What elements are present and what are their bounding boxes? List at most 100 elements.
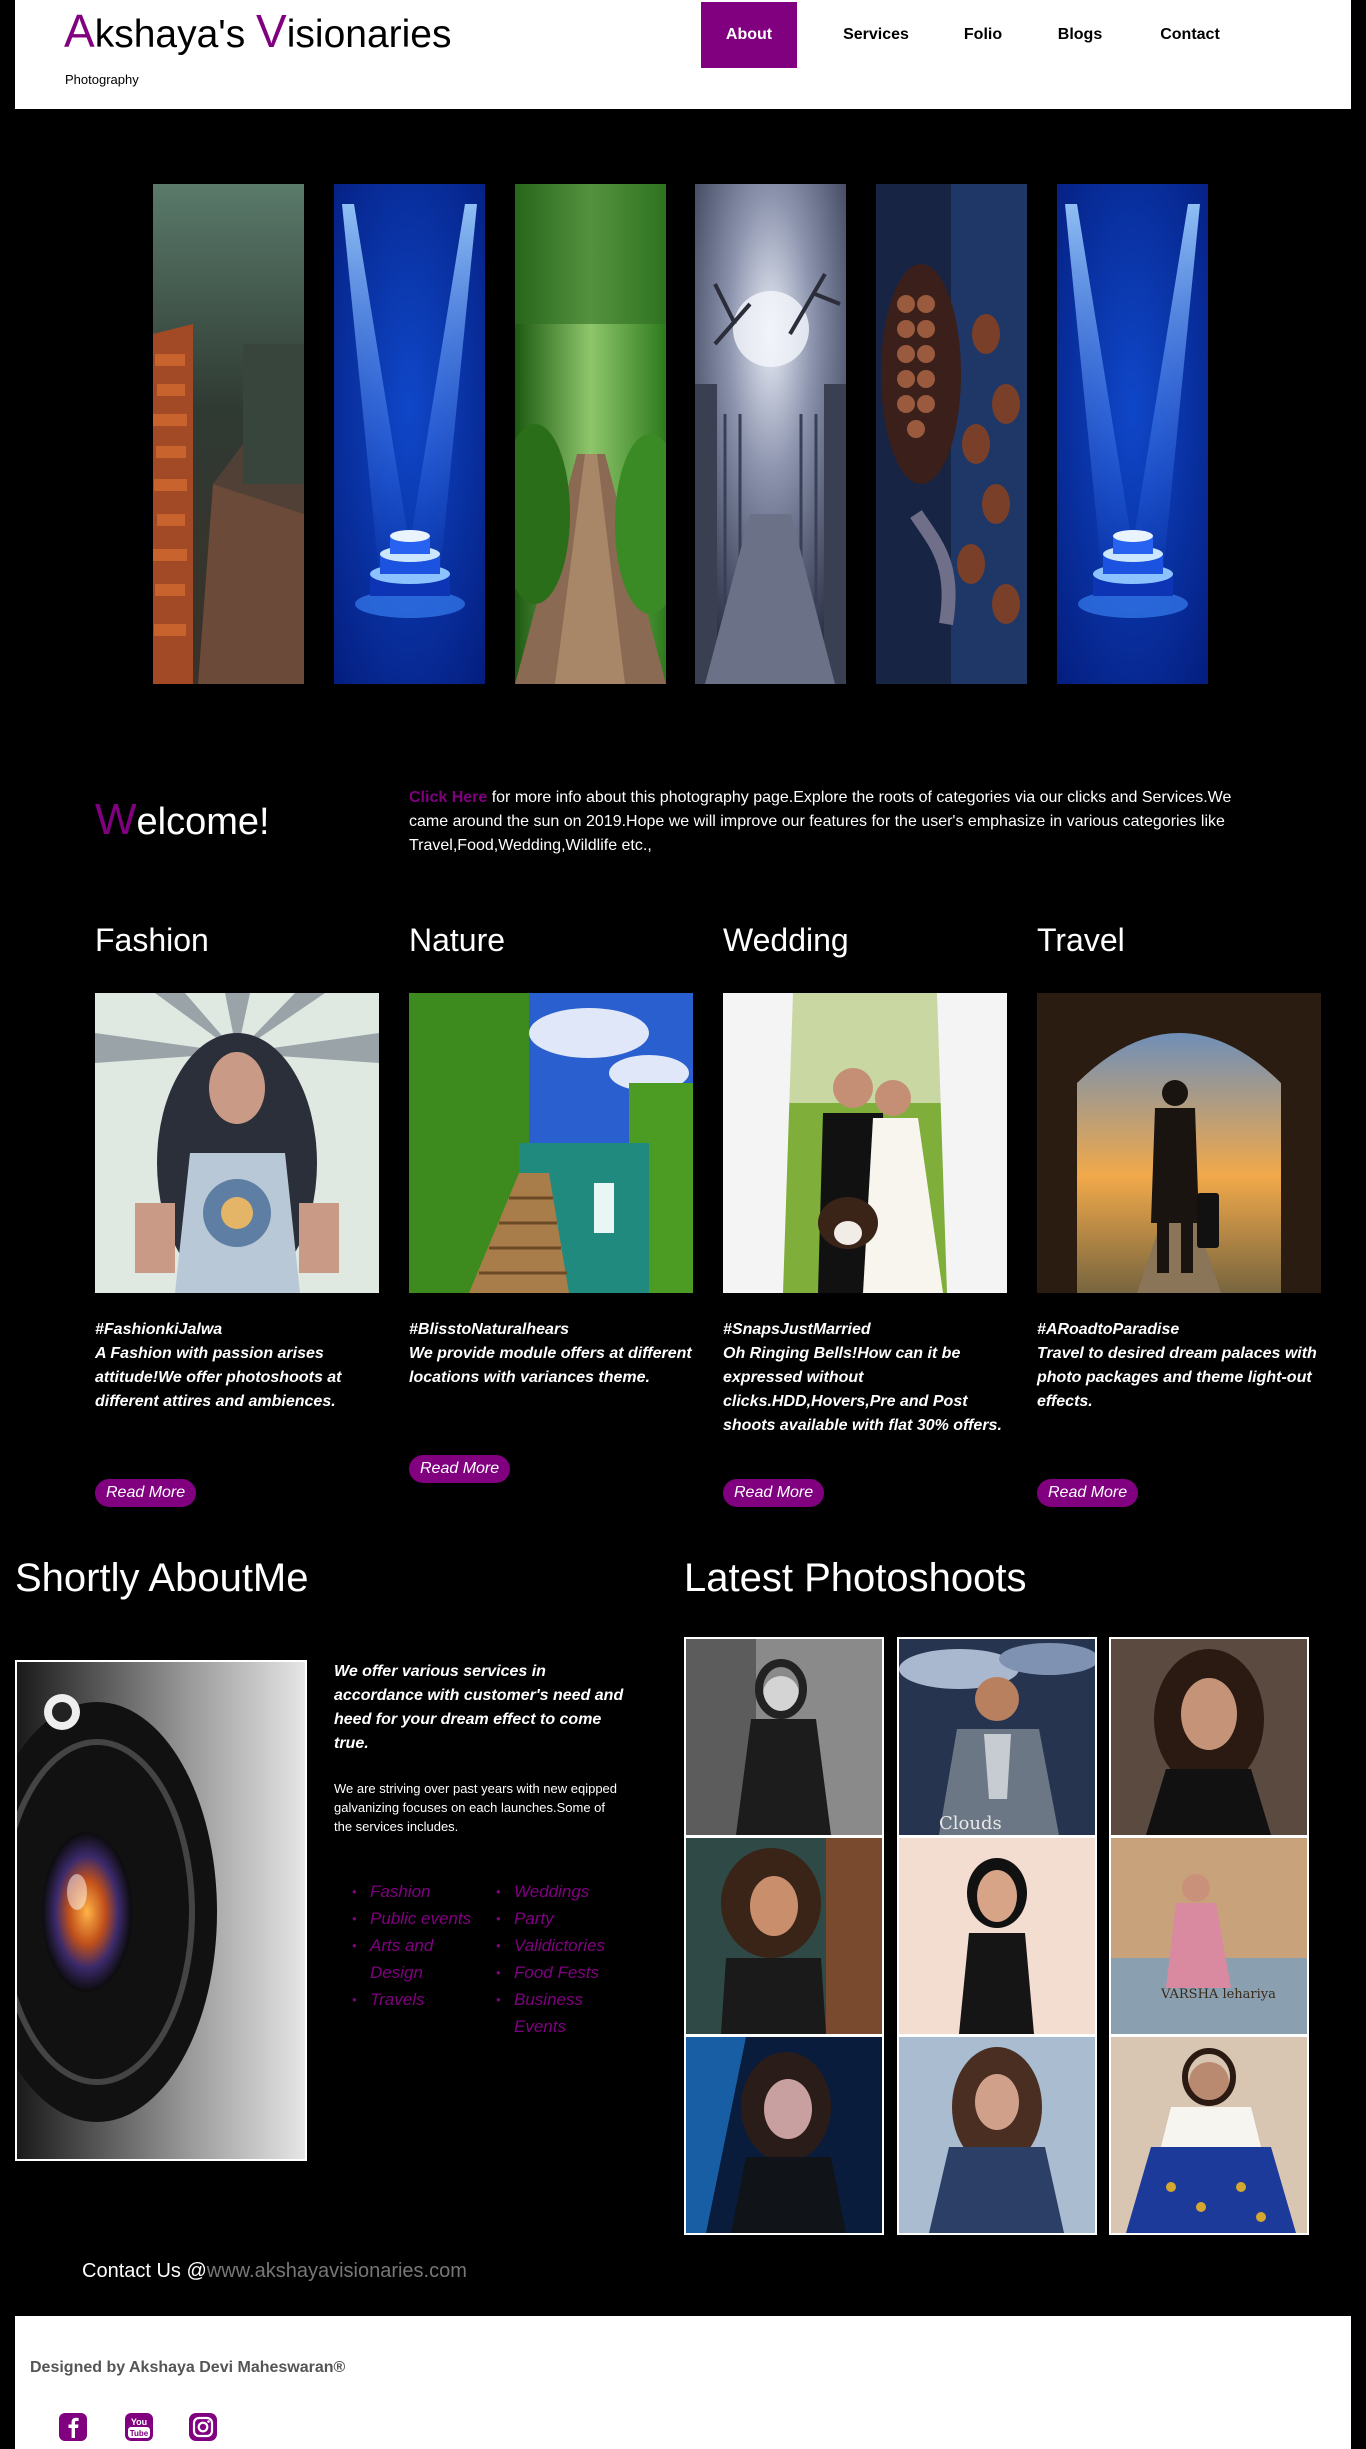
welcome-intro: Click Here for more info about this phot… [409, 786, 1239, 858]
gallery-photo-9[interactable] [1109, 2035, 1309, 2235]
service-item-validictories: Validictories [494, 1932, 618, 1959]
service-item-public-events: Public events [350, 1905, 474, 1932]
hero-strip-moonlit-gate [695, 184, 846, 684]
blue-spotlight-stage-image [334, 184, 485, 684]
hero-strip-spotlight-2 [1057, 184, 1208, 684]
contact-label: Contact Us @ [82, 2260, 207, 2282]
fashion-hashtag: #FashionkiJalwa [95, 1321, 223, 1338]
hero-strip-chocolate [876, 184, 1027, 684]
brick-wall-path-image [153, 184, 304, 684]
service-item-weddings: Weddings [494, 1878, 618, 1905]
category-text-travel: #ARoadtoParadise Travel to desired dream… [1037, 1318, 1327, 1414]
service-item-travels: Travels [350, 1986, 474, 2013]
about-body-text: We are striving over past years with new… [334, 1781, 618, 1834]
fashion-read-more-button[interactable]: Read More [95, 1479, 197, 1507]
category-title-travel: Travel [1037, 922, 1125, 958]
service-item-business-events: Business Events [494, 1986, 618, 2040]
travel-archway-photo [1037, 993, 1321, 1293]
logo-initial-v: V [256, 5, 287, 57]
blue-light-portrait-photo [686, 2037, 882, 2233]
category-text-fashion: #FashionkiJalwa A Fashion with passion a… [95, 1318, 385, 1414]
services-list-right: Weddings Party Validictories Food Fests … [494, 1878, 618, 2040]
gallery-photo-2[interactable]: Clouds [897, 1637, 1097, 1837]
youtube-icon: You Tube [125, 2413, 153, 2441]
camera-lens-image [15, 1660, 307, 2161]
footer-credit: Designed by Akshaya Devi Maheswaran® [30, 2359, 346, 2376]
travel-read-more-button[interactable]: Read More [1037, 1479, 1139, 1507]
youtube-link[interactable]: You Tube [124, 2412, 154, 2442]
varsha-lehariya-photo: VARSHA lehariya [1111, 1838, 1307, 2034]
gallery-photo-5[interactable] [897, 1836, 1097, 2036]
service-item-party: Party [494, 1905, 618, 1932]
gallery-photo-4[interactable] [684, 1836, 884, 2036]
category-text-wedding: #SnapsJustMarried Oh Ringing Bells!How c… [723, 1318, 1013, 1438]
click-here-link[interactable]: Click Here [409, 789, 487, 806]
saree-portrait-photo [1111, 2037, 1307, 2233]
denim-jacket-portrait-photo [899, 2037, 1095, 2233]
welcome-heading: Welcome! [95, 795, 270, 845]
nature-image[interactable] [409, 993, 693, 1293]
instagram-link[interactable] [188, 2412, 218, 2442]
facebook-link[interactable] [58, 2412, 88, 2442]
facebook-icon [59, 2413, 87, 2441]
logo-text-second: isionaries [286, 13, 452, 56]
wedding-read-more-button[interactable]: Read More [723, 1479, 825, 1507]
service-item-arts-design: Arts and Design [350, 1932, 474, 1986]
travel-description: Travel to desired dream palaces with pho… [1037, 1345, 1317, 1410]
varsha-caption: VARSHA lehariya [1160, 1987, 1276, 2002]
dark-curls-portrait-photo [1111, 1639, 1307, 1835]
wedding-image[interactable] [723, 993, 1007, 1293]
fashion-model-photo [95, 993, 379, 1293]
category-title-nature: Nature [409, 922, 506, 958]
gallery-photo-8[interactable] [897, 2035, 1097, 2235]
chocolate-truffles-image [876, 184, 1027, 684]
nature-hashtag: #BlisstoNaturalhears [409, 1321, 570, 1338]
nav-about[interactable]: About [701, 2, 797, 68]
nav-blogs[interactable]: Blogs [1035, 2, 1125, 68]
wedding-hashtag: #SnapsJustMarried [723, 1321, 871, 1338]
site-logo[interactable]: Akshaya's Visionaries [64, 4, 451, 58]
nature-description: We provide module offers at different lo… [409, 1345, 692, 1386]
contact-email-link[interactable]: www.akshayavisionaries.com [207, 2260, 467, 2282]
hero-strip-brick-path [153, 184, 304, 684]
service-item-food-fests: Food Fests [494, 1959, 618, 1986]
fashion-image[interactable] [95, 993, 379, 1293]
category-text-nature: #BlisstoNaturalhears We provide module o… [409, 1318, 699, 1390]
site-header: Akshaya's Visionaries Photography About … [15, 0, 1351, 109]
forest-trail-image [515, 184, 666, 684]
travel-hashtag: #ARoadtoParadise [1037, 1321, 1180, 1338]
nav-services[interactable]: Services [823, 2, 929, 68]
nature-read-more-button[interactable]: Read More [409, 1455, 511, 1483]
clouds-cover-photo: Clouds [899, 1639, 1095, 1835]
welcome-intro-text: for more info about this photography pag… [409, 789, 1232, 854]
fashion-description: A Fashion with passion arises attitude!W… [95, 1345, 342, 1410]
camera-lens-photo [17, 1662, 305, 2159]
blue-spotlight-stage-image [1057, 184, 1208, 684]
services-list-left: Fashion Public events Arts and Design Tr… [350, 1878, 474, 2013]
logo-text-first: kshaya's [94, 13, 257, 56]
hero-strip-forest-trail [515, 184, 666, 684]
about-heading: Shortly AboutMe [15, 1556, 309, 1600]
nav-contact[interactable]: Contact [1140, 2, 1240, 68]
youtube-icon-text-bottom: Tube [130, 2429, 149, 2438]
wedding-couple-photo [723, 993, 1007, 1293]
site-footer: Designed by Akshaya Devi Maheswaran® You… [15, 2316, 1351, 2449]
welcome-initial: W [95, 795, 137, 844]
site-tagline: Photography [65, 72, 139, 87]
nature-boardwalk-photo [409, 993, 693, 1293]
nav-folio[interactable]: Folio [942, 2, 1024, 68]
gallery-photo-3[interactable] [1109, 1637, 1309, 1837]
travel-image[interactable] [1037, 993, 1321, 1293]
moonlit-gate-image [695, 184, 846, 684]
about-lead-text: We offer various services in accordance … [334, 1663, 624, 1752]
service-item-fashion: Fashion [350, 1878, 474, 1905]
gallery-photo-7[interactable] [684, 2035, 884, 2235]
gallery-photo-1[interactable] [684, 1637, 884, 1837]
wedding-description: Oh Ringing Bells!How can it be expressed… [723, 1345, 1002, 1434]
category-title-fashion: Fashion [95, 922, 209, 958]
gallery-heading: Latest Photoshoots [684, 1556, 1027, 1600]
gallery-photo-6[interactable]: VARSHA lehariya [1109, 1836, 1309, 2036]
bw-portrait-photo [686, 1639, 882, 1835]
curly-hair-doorway-photo [686, 1838, 882, 2034]
clouds-caption: Clouds [939, 1813, 1002, 1834]
